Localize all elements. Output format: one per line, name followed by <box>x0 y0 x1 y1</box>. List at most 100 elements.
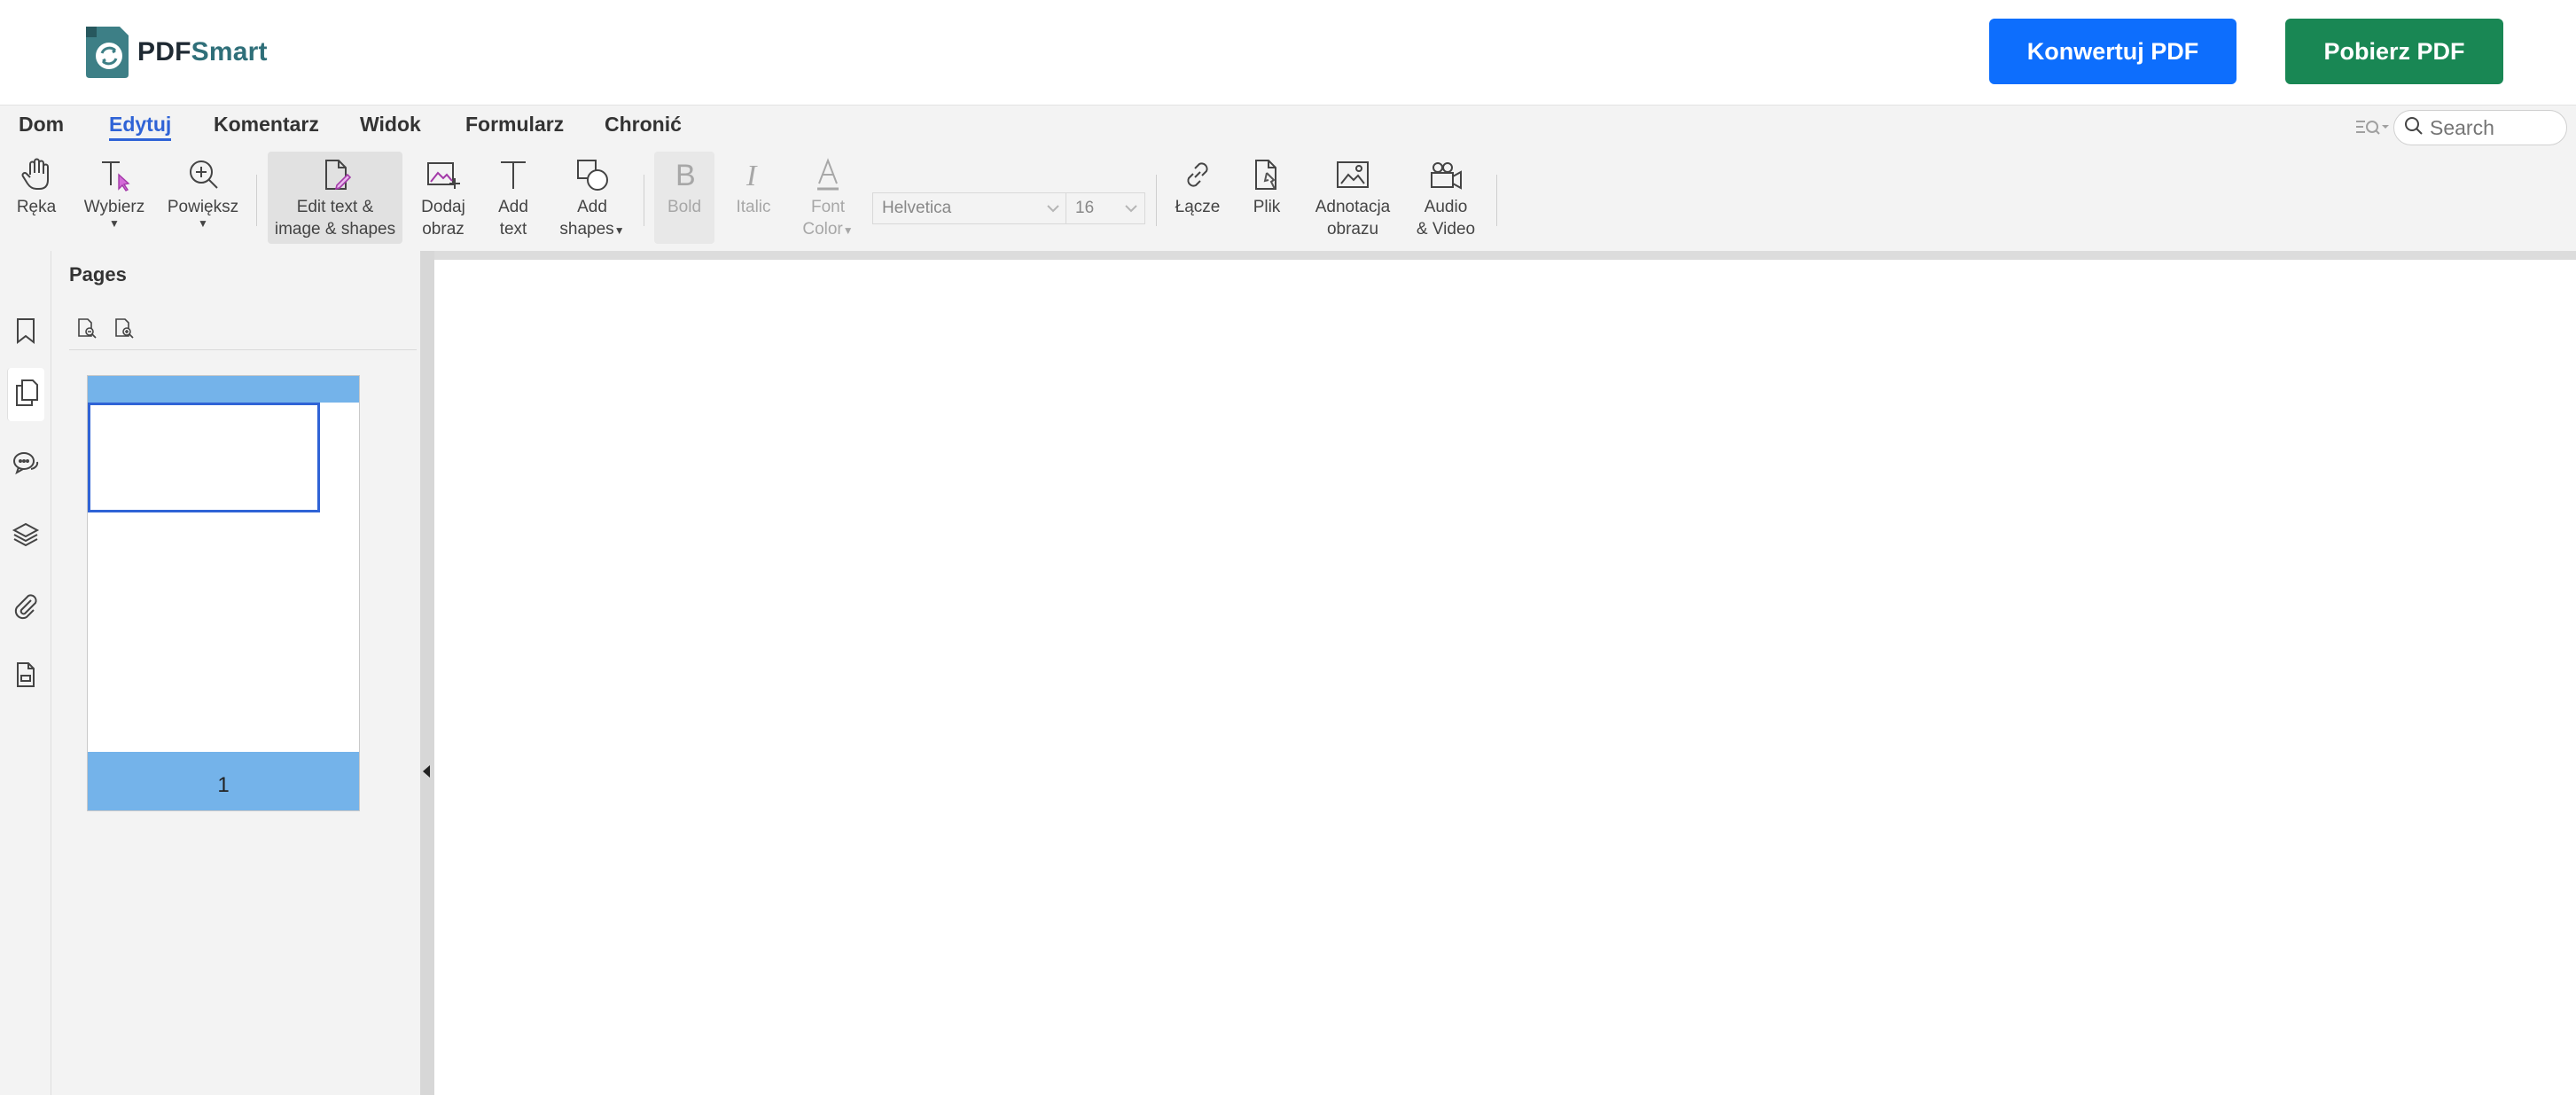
hand-tool[interactable]: Ręka <box>7 152 66 244</box>
search-icon <box>2403 115 2424 141</box>
edit-document-icon <box>316 155 355 194</box>
add-text-tool[interactable]: Add text <box>484 152 543 244</box>
select-tool[interactable]: Wybierz ▼ <box>78 152 151 244</box>
pages-panel-title: Pages <box>69 263 127 285</box>
convert-pdf-button[interactable]: Konwertuj PDF <box>1989 19 2236 84</box>
hand-label: Ręka <box>16 198 57 216</box>
thumbnail-viewport-frame[interactable] <box>88 403 320 512</box>
zoom-in-thumbnails-icon[interactable] <box>112 315 137 341</box>
chevron-down-icon <box>1123 200 1139 222</box>
font-color-icon <box>808 155 847 194</box>
layers-icon <box>12 520 40 553</box>
pdfsmart-logo[interactable]: PDFSmart <box>84 27 268 78</box>
image-annotation-label-2: obrazu <box>1326 220 1379 239</box>
menu-formularz[interactable]: Formularz <box>465 113 564 137</box>
editor-app: Dom Edytuj Komentarz Widok Formularz Chr… <box>0 105 2576 1095</box>
font-family-select[interactable]: Helvetica <box>872 192 1067 224</box>
page-thumbnail[interactable]: 1 <box>87 375 360 811</box>
logo-wordmark: PDFSmart <box>137 37 268 66</box>
file-label: Plik <box>1253 198 1281 216</box>
menu-widok[interactable]: Widok <box>360 113 421 137</box>
thumbnail-page-number: 1 <box>88 752 359 810</box>
toolbar-divider <box>1496 175 1497 226</box>
document-canvas[interactable] <box>434 260 2576 1095</box>
paperclip-icon <box>12 591 40 624</box>
hand-icon <box>17 155 56 194</box>
pages-panel: Pages 1 <box>51 251 420 1095</box>
image-annotation-label-1: Adnotacja <box>1315 198 1391 216</box>
search-mode-icon[interactable] <box>2354 114 2393 141</box>
font-color-tool[interactable]: Font Color▼ <box>792 152 863 244</box>
pdfsmart-logo-icon <box>84 27 129 78</box>
pages-button[interactable] <box>7 368 44 421</box>
search-input[interactable] <box>2430 115 2554 140</box>
bookmark-icon <box>12 317 39 349</box>
layers-button[interactable] <box>7 510 44 563</box>
zoom-out-thumbnails-icon[interactable] <box>74 315 99 341</box>
bold-icon: B <box>665 155 704 194</box>
menu-bar: Dom Edytuj Komentarz Widok Formularz Chr… <box>0 106 2576 148</box>
add-text-label-2: text <box>499 220 527 239</box>
collapse-arrow-icon[interactable] <box>423 765 430 778</box>
attachments-button[interactable] <box>7 581 44 634</box>
zoom-label: Powiększ <box>167 198 239 216</box>
add-image-tool[interactable]: Dodaj obraz <box>413 152 473 244</box>
zoom-dropdown-icon[interactable]: ▼ <box>198 218 208 229</box>
link-label: Łącze <box>1175 198 1221 216</box>
bold-tool[interactable]: B Bold <box>654 152 714 244</box>
file-tool[interactable]: Plik <box>1237 152 1296 244</box>
text-select-icon <box>95 155 134 194</box>
link-tool[interactable]: Łącze <box>1168 152 1227 244</box>
italic-tool[interactable]: I Italic <box>723 152 784 244</box>
edit-text-label-2: image & shapes <box>274 220 396 239</box>
font-color-label-2: Color▼ <box>802 220 854 239</box>
select-dropdown-icon[interactable]: ▼ <box>109 218 120 229</box>
side-icon-strip <box>0 251 51 1095</box>
menu-chronic[interactable]: Chronić <box>605 113 682 137</box>
form-document-icon <box>12 661 39 693</box>
bold-label: Bold <box>667 198 702 216</box>
font-size-value: 16 <box>1075 199 1095 217</box>
image-annotation-tool[interactable]: Adnotacja obrazu <box>1307 152 1399 244</box>
shapes-icon <box>573 155 612 194</box>
video-camera-icon <box>1426 155 1465 194</box>
add-image-label-2: obraz <box>422 220 464 239</box>
toolbar-divider <box>1156 175 1157 226</box>
edit-toolbar: Ręka Wybierz ▼ Powiększ ▼ Edit text & im… <box>0 148 2576 251</box>
audio-video-tool[interactable]: Audio & Video <box>1408 152 1484 244</box>
audio-video-label-1: Audio <box>1424 198 1468 216</box>
document-top-margin <box>434 251 2576 260</box>
add-shapes-tool[interactable]: Add shapes▼ <box>551 152 633 244</box>
add-image-icon <box>424 155 463 194</box>
menu-komentarz[interactable]: Komentarz <box>214 113 319 137</box>
panel-splitter[interactable] <box>420 251 434 1095</box>
svg-text:I: I <box>745 160 758 192</box>
bookmarks-button[interactable] <box>7 306 44 359</box>
menu-dom[interactable]: Dom <box>19 113 64 137</box>
pages-icon <box>13 378 40 412</box>
font-family-value: Helvetica <box>882 199 952 217</box>
search-box <box>2393 110 2567 145</box>
pages-toolbar <box>69 315 417 350</box>
font-size-select[interactable]: 16 <box>1066 192 1145 224</box>
font-color-label-1: Font <box>810 198 846 216</box>
italic-label: Italic <box>736 198 771 216</box>
search-area <box>2354 108 2567 147</box>
edit-text-image-tool[interactable]: Edit text & image & shapes <box>268 152 402 244</box>
zoom-tool[interactable]: Powiększ ▼ <box>163 152 243 244</box>
zoom-in-icon <box>183 155 222 194</box>
comments-icon <box>12 450 40 482</box>
edit-text-label-1: Edit text & <box>296 198 374 216</box>
add-shapes-label-1: Add <box>577 198 607 216</box>
select-label: Wybierz <box>83 198 145 216</box>
form-fields-button[interactable] <box>7 650 44 703</box>
chevron-down-icon <box>1045 200 1061 222</box>
download-pdf-button[interactable]: Pobierz PDF <box>2285 19 2503 84</box>
link-icon <box>1178 155 1217 194</box>
add-image-label-1: Dodaj <box>421 198 465 216</box>
image-annotation-icon <box>1333 155 1372 194</box>
menu-edytuj[interactable]: Edytuj <box>109 113 172 141</box>
file-attach-icon <box>1247 155 1286 194</box>
comments-button[interactable] <box>7 439 44 492</box>
thumbnail-header-band <box>88 376 359 403</box>
